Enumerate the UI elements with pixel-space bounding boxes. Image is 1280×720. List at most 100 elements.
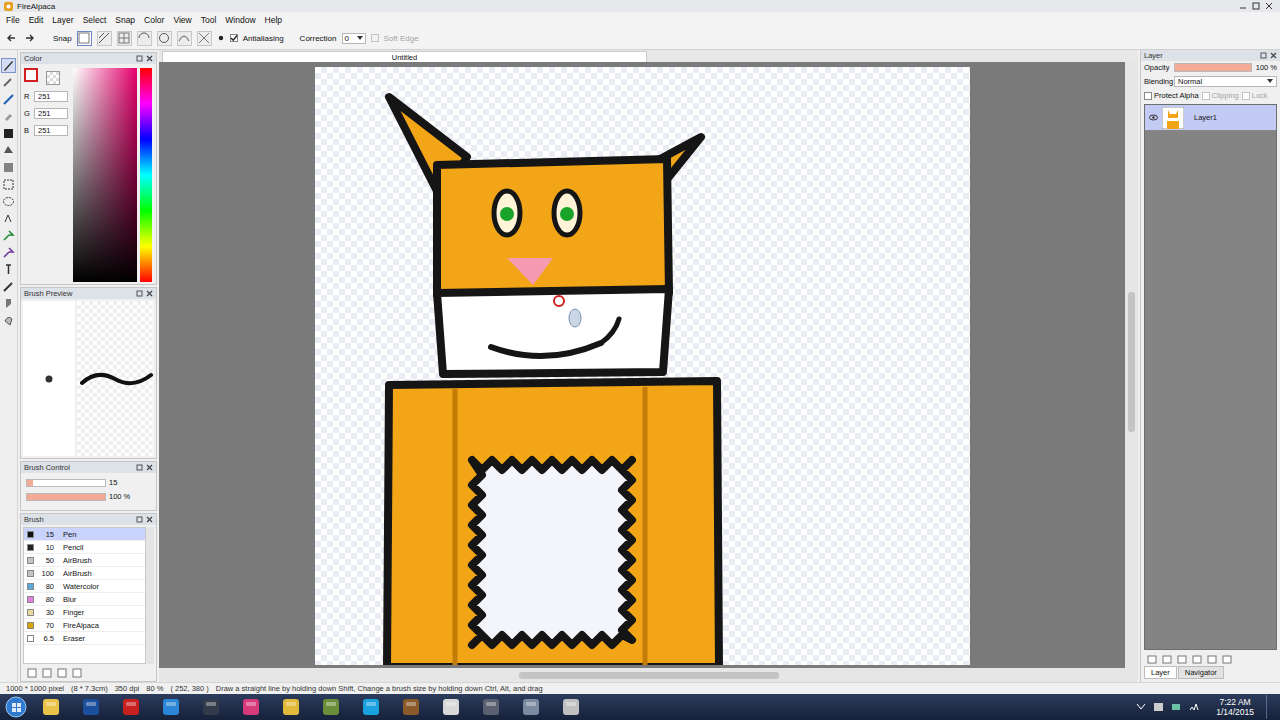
brush-row[interactable]: 70FireAlpaca <box>24 619 145 632</box>
taskbar-app[interactable] <box>194 696 228 718</box>
snap-button[interactable] <box>157 31 172 46</box>
tool-button[interactable] <box>1 126 16 141</box>
taskbar-app[interactable] <box>434 696 468 718</box>
float-icon <box>136 55 143 62</box>
correction-select[interactable]: 0 <box>342 33 366 44</box>
brush-row[interactable]: 80Blur <box>24 593 145 606</box>
opacity-reading: 100 % <box>109 492 130 501</box>
title-bar: FireAlpaca <box>0 0 1280 12</box>
hue-bar[interactable] <box>140 68 152 282</box>
snap-icon <box>157 31 171 45</box>
brush-row[interactable]: 10Pencil <box>24 541 145 554</box>
snap-button[interactable] <box>137 31 152 46</box>
taskbar-app[interactable] <box>114 696 148 718</box>
color-body: R251G251B251 <box>21 64 156 286</box>
menu-item[interactable]: File <box>6 15 20 25</box>
close-icon <box>146 55 153 62</box>
tool-icon <box>1 296 16 311</box>
document-canvas[interactable] <box>315 67 970 665</box>
menu-item[interactable]: Select <box>83 15 107 25</box>
menu-item[interactable]: Color <box>144 15 164 25</box>
tool-button[interactable] <box>1 194 16 209</box>
menu-item[interactable]: Snap <box>115 15 135 25</box>
taskbar-app[interactable] <box>34 696 68 718</box>
show-desktop[interactable] <box>1266 695 1276 719</box>
snap-icon <box>177 31 191 45</box>
snap-button[interactable] <box>197 31 212 46</box>
tool-icon <box>1 211 16 226</box>
left-panels: ColorR251G251B251Brush PreviewBrush Cont… <box>20 50 157 682</box>
menu-item[interactable]: Edit <box>29 15 44 25</box>
taskbar-app[interactable] <box>314 696 348 718</box>
taskbar-app[interactable] <box>554 696 588 718</box>
layer-opacity-slider[interactable] <box>1174 63 1252 72</box>
tool-button[interactable] <box>1 160 16 175</box>
menu-item[interactable]: View <box>173 15 191 25</box>
vertical-scrollbar[interactable] <box>1125 62 1138 668</box>
tool-button[interactable] <box>1 92 16 107</box>
tool-button[interactable] <box>1 245 16 260</box>
tool-button[interactable] <box>1 211 16 226</box>
menu-item[interactable]: Tool <box>201 15 217 25</box>
tool-button[interactable] <box>1 313 16 328</box>
layer-option[interactable]: Protect Alpha <box>1144 91 1199 100</box>
brush-row[interactable]: 100AirBrush <box>24 567 145 580</box>
menu-item[interactable]: Help <box>265 15 282 25</box>
snap-button[interactable] <box>77 31 92 46</box>
tool-button[interactable] <box>1 58 16 73</box>
color-square[interactable] <box>73 68 137 282</box>
snap-button[interactable] <box>97 31 112 46</box>
clock-time: 7:22 AM <box>1219 697 1250 707</box>
tool-icon <box>1 245 16 260</box>
taskbar-app[interactable] <box>274 696 308 718</box>
panel-tab[interactable]: Navigator <box>1178 666 1224 679</box>
opacity-slider[interactable] <box>26 493 106 501</box>
taskbar-app[interactable] <box>74 696 108 718</box>
tool-button[interactable] <box>1 143 16 158</box>
channel-field[interactable]: 251 <box>34 108 68 119</box>
brush-row[interactable]: 15Pen <box>24 528 145 541</box>
brush-color-swatch <box>27 635 34 642</box>
brush-row[interactable]: 6.5Eraser <box>24 632 145 645</box>
brush-action-icon <box>42 668 52 678</box>
layer-row[interactable]: Layer1 <box>1145 105 1276 131</box>
taskbar-app[interactable] <box>234 696 268 718</box>
brush-row[interactable]: 80Watercolor <box>24 580 145 593</box>
blending-select[interactable]: Normal <box>1174 76 1277 87</box>
taskbar-app[interactable] <box>514 696 548 718</box>
visibility-toggle[interactable] <box>1148 114 1158 121</box>
clock[interactable]: 7:22 AM1/14/2015 <box>1210 697 1260 717</box>
antialiasing-checkbox[interactable] <box>230 34 238 42</box>
channel-field[interactable]: 251 <box>34 91 68 102</box>
channel-field[interactable]: 251 <box>34 125 68 136</box>
brush-preview-panel: Brush Preview <box>20 287 157 459</box>
tool-icon <box>1 262 16 277</box>
brush-row[interactable]: 30Finger <box>24 606 145 619</box>
tool-button[interactable] <box>1 262 16 277</box>
tool-button[interactable] <box>1 296 16 311</box>
brush-row[interactable]: 50AirBrush <box>24 554 145 567</box>
tool-button[interactable] <box>1 228 16 243</box>
tool-button[interactable] <box>1 177 16 192</box>
primary-swatch[interactable] <box>24 68 38 82</box>
option-checkbox[interactable] <box>1144 92 1152 100</box>
size-reading: 15 <box>109 478 117 487</box>
status-hint: Draw a straight line by holding down Shi… <box>216 684 543 693</box>
tool-button[interactable] <box>1 75 16 90</box>
taskbar-app[interactable] <box>354 696 388 718</box>
panel-tab[interactable]: Layer <box>1144 666 1177 679</box>
menu-item[interactable]: Window <box>225 15 255 25</box>
size-slider[interactable] <box>26 479 106 487</box>
taskbar-app[interactable] <box>394 696 428 718</box>
secondary-swatch[interactable] <box>46 71 60 85</box>
taskbar-app[interactable] <box>154 696 188 718</box>
tool-button[interactable] <box>1 109 16 124</box>
tool-button[interactable] <box>1 279 16 294</box>
taskbar-app[interactable] <box>474 696 508 718</box>
snap-button[interactable] <box>177 31 192 46</box>
snap-button[interactable] <box>117 31 132 46</box>
canvas-tab[interactable]: Untitled <box>162 51 647 62</box>
horizontal-scrollbar[interactable] <box>159 668 1138 682</box>
channel-label: G <box>24 109 31 118</box>
menu-item[interactable]: Layer <box>52 15 73 25</box>
